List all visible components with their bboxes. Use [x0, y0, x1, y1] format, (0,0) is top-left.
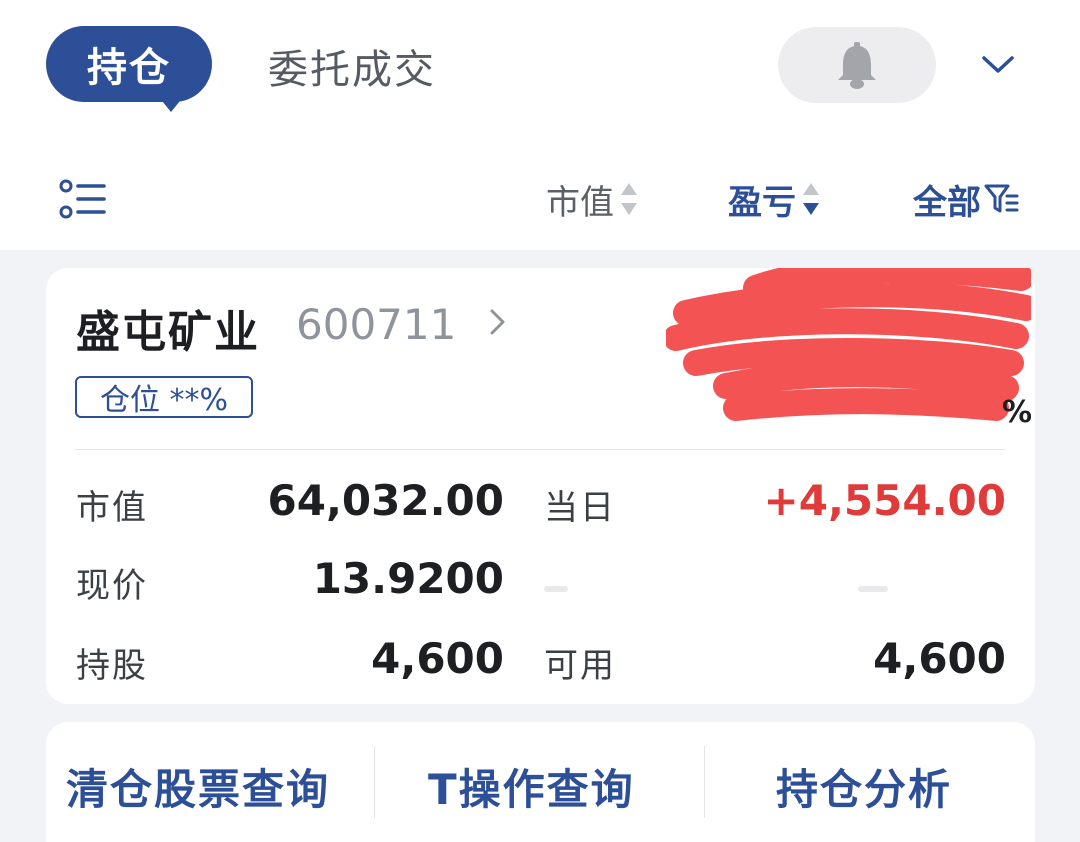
- card-divider: [75, 449, 1005, 450]
- today-pnl-value: +4,554.00: [763, 476, 1006, 525]
- t-operation-query-link[interactable]: T操作查询: [428, 758, 635, 814]
- sort-desc-icon: [803, 183, 819, 215]
- redaction-scribble: %: [666, 268, 1031, 428]
- link-divider: [374, 746, 375, 818]
- current-price-value: 13.9200: [312, 554, 504, 603]
- sort-profit-loss-label: 盈亏: [728, 182, 796, 223]
- stock-name: 盛屯矿业: [76, 307, 260, 358]
- t-operation-query-label: T操作查询: [428, 764, 635, 814]
- filter-label: 全部: [913, 182, 981, 223]
- chevron-down-icon[interactable]: [978, 44, 1018, 84]
- list-view-icon[interactable]: [58, 178, 106, 222]
- link-divider: [704, 746, 705, 818]
- holding-analysis-link[interactable]: 持仓分析: [776, 758, 952, 814]
- tab-holdings-label: 持仓: [87, 45, 171, 91]
- tab-holdings[interactable]: 持仓: [46, 26, 212, 112]
- quick-links-bar: 清仓股票查询 T操作查询 持仓分析: [46, 722, 1035, 842]
- stock-code: 600711: [296, 300, 457, 349]
- market-value: 64,032.00: [267, 476, 504, 525]
- sort-market-value-label: 市值: [546, 182, 614, 223]
- bell-icon: [838, 42, 876, 89]
- sort-market-value[interactable]: 市值: [546, 176, 640, 223]
- tab-pointer: [158, 96, 184, 112]
- top-panel: 持仓 委托成交 市值 盈亏 全部: [0, 0, 1080, 250]
- clear-stock-query-label: 清仓股票查询: [66, 764, 331, 814]
- sort-profit-loss[interactable]: 盈亏: [728, 176, 822, 223]
- chevron-right-icon[interactable]: [486, 306, 510, 338]
- filter-button[interactable]: 全部: [913, 176, 1019, 223]
- tab-orders[interactable]: 委托成交: [268, 38, 436, 94]
- holding-analysis-label: 持仓分析: [776, 764, 953, 814]
- svg-text:%: %: [1002, 395, 1031, 428]
- position-ratio-badge: 仓位 **%: [75, 376, 253, 418]
- tab-orders-label: 委托成交: [268, 47, 436, 93]
- position-card[interactable]: 盛屯矿业 600711 仓位 **% % 市值 64,032.00 当日 +4,…: [46, 268, 1035, 704]
- available-label: 可用: [544, 646, 616, 686]
- sort-arrows-icon: [621, 183, 637, 215]
- position-ratio-label: 仓位 **%: [99, 383, 229, 418]
- shares-held-value: 4,600: [371, 634, 504, 683]
- filter-icon: [984, 184, 1019, 213]
- notification-button[interactable]: [778, 27, 936, 103]
- available-value: 4,600: [873, 634, 1006, 683]
- hidden-label: [544, 586, 568, 592]
- clear-stock-query-link[interactable]: 清仓股票查询: [66, 758, 330, 814]
- hidden-value: [858, 586, 888, 592]
- shares-held-label: 持股: [76, 646, 148, 686]
- market-value-label: 市值: [76, 488, 148, 528]
- current-price-label: 现价: [76, 566, 148, 606]
- today-pnl-label: 当日: [544, 488, 616, 528]
